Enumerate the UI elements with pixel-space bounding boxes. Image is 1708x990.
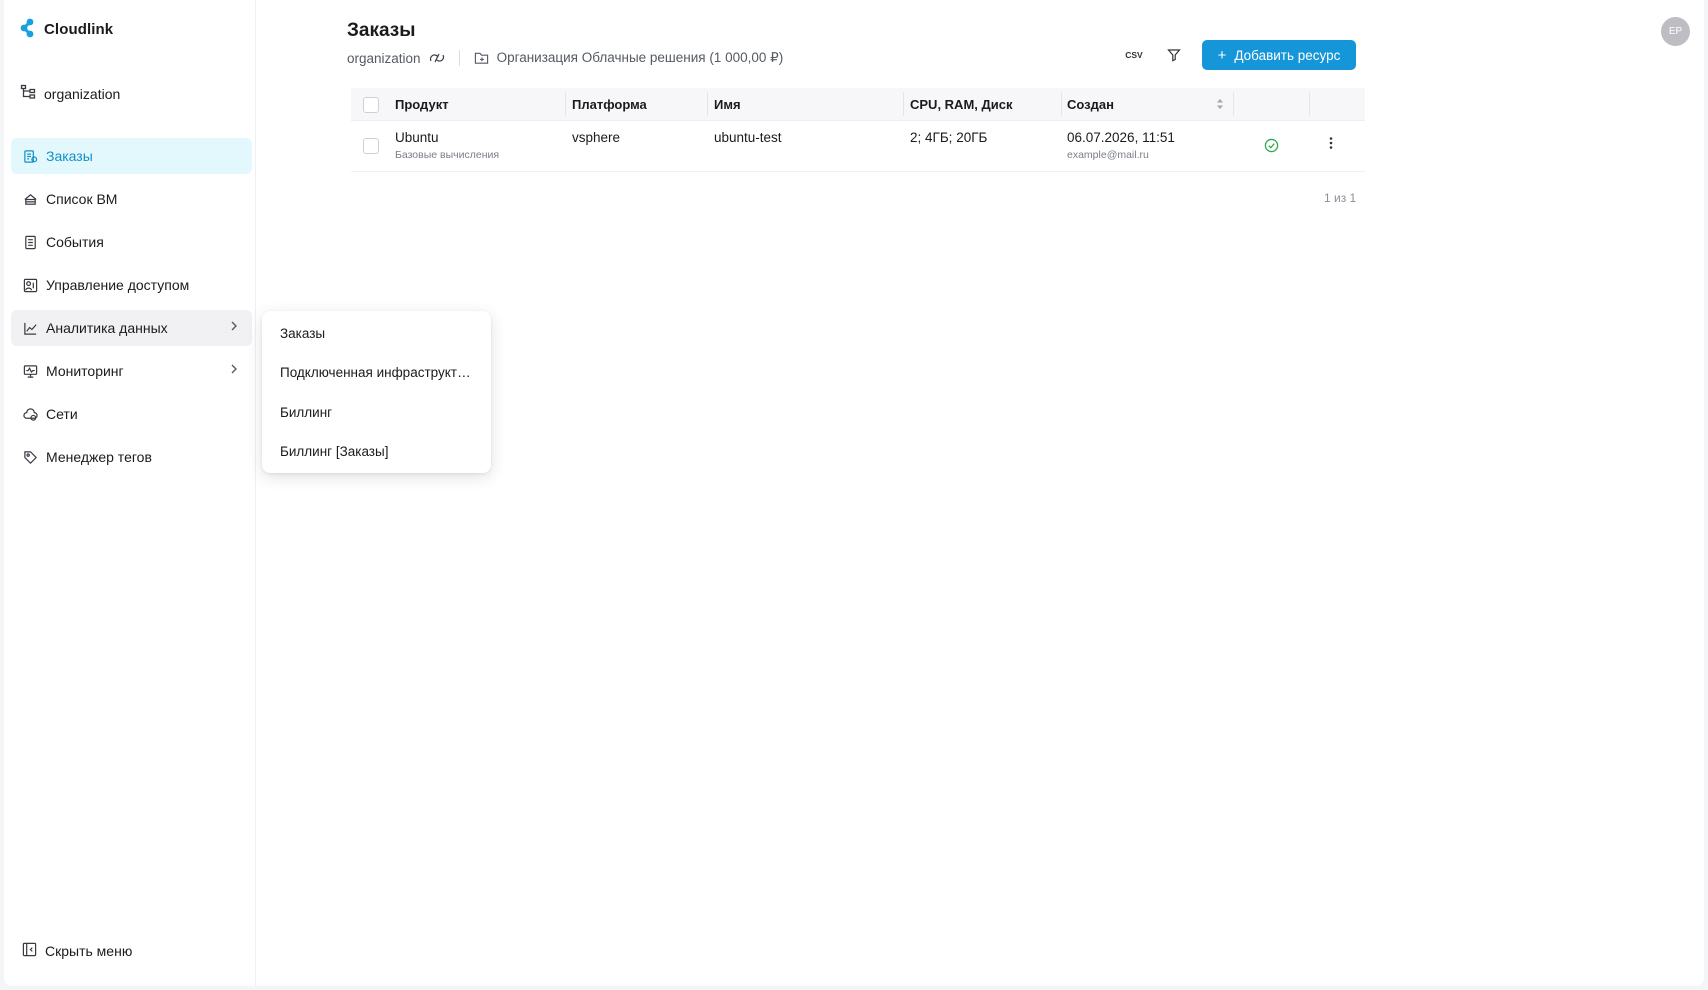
- chevron-right-icon: [230, 363, 238, 377]
- sidebar-item-monitoring[interactable]: Мониторинг: [11, 353, 252, 389]
- status-ok-icon: [1264, 138, 1279, 153]
- breadcrumb-divider: [458, 50, 460, 66]
- cell-name: ubuntu-test: [714, 130, 782, 145]
- breadcrumb-project[interactable]: Организация Облачные решения (1 000,00 ₽…: [497, 50, 784, 66]
- analytics-icon: [22, 320, 38, 336]
- cell-platform: vsphere: [572, 130, 621, 145]
- sidebar-item-tags[interactable]: Менеджер тегов: [11, 439, 252, 475]
- select-all-checkbox[interactable]: [363, 97, 379, 113]
- hide-menu-button[interactable]: Скрыть меню: [22, 942, 132, 960]
- sidebar-item-analytics[interactable]: Аналитика данных: [11, 310, 252, 346]
- column-divider: [903, 92, 904, 116]
- avatar[interactable]: ЕР: [1661, 17, 1690, 46]
- row-checkbox[interactable]: [363, 138, 379, 154]
- plus-icon: +: [1217, 46, 1227, 64]
- org-selector[interactable]: organization: [20, 84, 120, 103]
- cell-resources: 2; 4ГБ; 20ГБ: [910, 130, 988, 145]
- sidebar-item-label: События: [46, 234, 104, 250]
- add-resource-label: Добавить ресурс: [1234, 47, 1341, 63]
- product-category: Базовые вычисления: [395, 149, 500, 161]
- column-resources[interactable]: CPU, RAM, Диск: [910, 97, 1013, 112]
- submenu-item-infrastructure[interactable]: Подключенная инфраструктура: [280, 365, 476, 380]
- column-divider: [1233, 92, 1234, 116]
- org-name: organization: [44, 85, 121, 102]
- sidebar-nav: Заказы Список ВМ События Управление дост…: [11, 138, 252, 482]
- column-product[interactable]: Продукт: [395, 97, 449, 112]
- sidebar-item-vm-list[interactable]: Список ВМ: [11, 181, 252, 217]
- analytics-submenu: Заказы Подключенная инфраструктура Билли…: [262, 311, 491, 473]
- sidebar-item-label: Список ВМ: [46, 191, 118, 207]
- cell-product: Ubuntu Базовые вычисления: [395, 130, 499, 161]
- row-actions-icon[interactable]: [1329, 136, 1333, 150]
- column-name[interactable]: Имя: [714, 97, 741, 112]
- filter-button[interactable]: [1160, 41, 1188, 69]
- events-icon: [22, 234, 38, 250]
- csv-export-button[interactable]: CSV: [1120, 41, 1148, 69]
- table-row[interactable]: Ubuntu Базовые вычисления vsphere ubuntu…: [351, 121, 1365, 172]
- monitoring-icon: [22, 363, 38, 379]
- app-name: Cloudlink: [44, 21, 114, 38]
- hide-menu-label: Скрыть меню: [45, 943, 133, 959]
- created-date: 06.07.2026, 11:51: [1067, 130, 1175, 145]
- sidebar-item-label: Сети: [46, 406, 78, 422]
- orders-icon: [22, 148, 38, 164]
- cell-created: 06.07.2026, 11:51 example@mail.ru: [1067, 130, 1175, 161]
- network-switch-icon[interactable]: [429, 52, 445, 64]
- breadcrumb-org[interactable]: organization: [347, 51, 421, 66]
- app-window: Cloudlink organization Заказы Список ВМ …: [4, 0, 1704, 986]
- sidebar-item-networks[interactable]: Сети: [11, 396, 252, 432]
- pagination-info: 1 из 1: [1324, 191, 1357, 205]
- collapse-icon: [22, 942, 37, 960]
- vm-list-icon: [22, 191, 38, 207]
- submenu-item-billing[interactable]: Биллинг: [280, 405, 476, 420]
- submenu-item-orders[interactable]: Заказы: [280, 326, 476, 341]
- tag-icon: [22, 449, 38, 465]
- column-created[interactable]: Создан: [1067, 97, 1114, 112]
- breadcrumb: organization Организация Облачные решени…: [347, 50, 783, 66]
- orders-table: Продукт Платформа Имя CPU, RAM, Диск Соз…: [351, 88, 1365, 172]
- chevron-right-icon: [230, 320, 238, 334]
- column-platform[interactable]: Платформа: [572, 97, 647, 112]
- cloudlink-logo-icon: [20, 18, 38, 41]
- sidebar-item-events[interactable]: События: [11, 224, 252, 260]
- sort-icon[interactable]: [1215, 97, 1225, 111]
- table-header: Продукт Платформа Имя CPU, RAM, Диск Соз…: [351, 88, 1365, 121]
- column-divider: [565, 92, 566, 116]
- sidebar-item-label: Заказы: [46, 148, 93, 164]
- folder-icon: [474, 51, 489, 65]
- logo[interactable]: Cloudlink: [20, 18, 113, 41]
- hierarchy-icon: [20, 84, 36, 103]
- toolbar: CSV + Добавить ресурс: [1120, 40, 1356, 70]
- sidebar-item-access[interactable]: Управление доступом: [11, 267, 252, 303]
- sidebar-item-label: Мониторинг: [46, 363, 124, 379]
- column-divider: [707, 92, 708, 116]
- created-by: example@mail.ru: [1067, 149, 1149, 161]
- filter-icon: [1167, 48, 1181, 62]
- add-resource-button[interactable]: + Добавить ресурс: [1202, 40, 1356, 70]
- sidebar: Cloudlink organization Заказы Список ВМ …: [4, 0, 256, 986]
- column-divider: [1309, 92, 1310, 116]
- sidebar-item-orders[interactable]: Заказы: [11, 138, 252, 174]
- page-title: Заказы: [347, 20, 416, 41]
- submenu-item-billing-orders[interactable]: Биллинг [Заказы]: [280, 444, 476, 459]
- networks-icon: [22, 406, 38, 422]
- sidebar-item-label: Менеджер тегов: [46, 449, 152, 465]
- sidebar-item-label: Управление доступом: [46, 277, 190, 293]
- product-name: Ubuntu: [395, 130, 439, 145]
- access-icon: [22, 277, 38, 293]
- sidebar-item-label: Аналитика данных: [46, 320, 168, 336]
- column-divider: [1061, 92, 1062, 116]
